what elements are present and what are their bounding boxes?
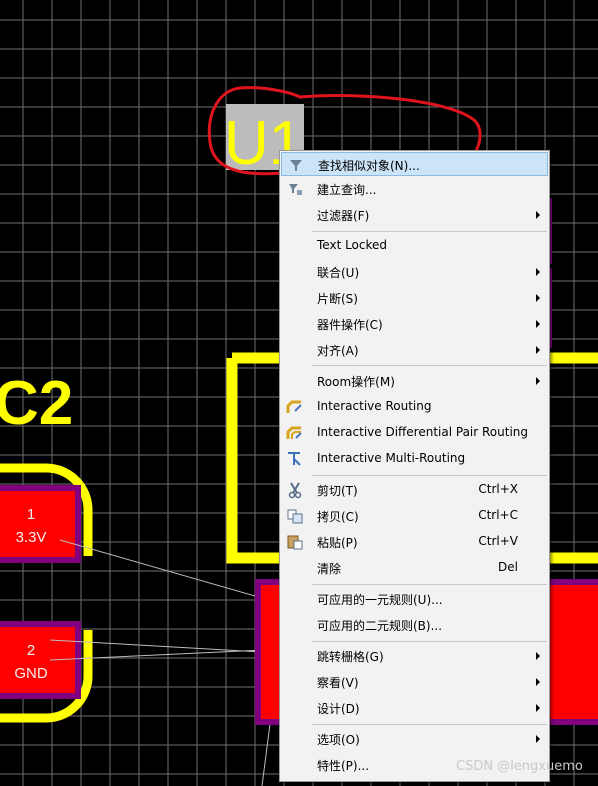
menu-item-label: 可应用的一元规则(U)... [317,593,443,607]
submenu-arrow-icon [536,294,540,302]
menu-separator [312,724,547,725]
query-icon [289,184,302,195]
paste-icon [287,535,303,550]
pad-1-number: 1 [27,506,35,523]
menu-item-diff-pair-routing[interactable]: Interactive Differential Pair Routing [281,421,548,445]
menu-item-label: 设计(D) [317,702,360,716]
menu-item-jump-grid[interactable]: 跳转栅格(G) [281,644,548,668]
submenu-arrow-icon [536,652,540,660]
menu-item-label: 拷贝(C) [317,510,359,524]
copy-icon [287,509,303,524]
menu-item-label: 对齐(A) [317,344,359,358]
submenu-arrow-icon [536,211,540,219]
menu-item-find-similar[interactable]: 查找相似对象(N)... [281,152,548,176]
menu-item-unary-rules[interactable]: 可应用的一元规则(U)... [281,587,548,611]
menu-separator [312,584,547,585]
menu-separator [312,365,547,366]
menu-item-union[interactable]: 联合(U) [281,260,548,284]
menu-item-label: 查找相似对象(N)... [318,159,420,173]
menu-item-copy[interactable]: 拷贝(C) Ctrl+C [281,504,548,528]
menu-item-room-actions[interactable]: Room操作(M) [281,369,548,393]
u1-pad-right[interactable] [548,585,598,719]
menu-item-shortcut: Del [498,560,518,574]
pad-2[interactable] [0,624,78,696]
submenu-arrow-icon [536,320,540,328]
context-menu: 查找相似对象(N)... 建立查询... 过滤器(F) Text Locked … [279,150,550,782]
menu-separator [312,475,547,476]
submenu-arrow-icon [536,704,540,712]
menu-item-label: Interactive Routing [317,399,432,413]
menu-item-shortcut: Ctrl+V [478,534,518,548]
menu-item-label: 建立查询... [317,183,377,197]
menu-item-design[interactable]: 设计(D) [281,696,548,720]
menu-item-view[interactable]: 察看(V) [281,670,548,694]
menu-item-label: 过滤器(F) [317,209,370,223]
cut-icon [288,482,302,499]
menu-item-build-query[interactable]: 建立查询... [281,177,548,201]
menu-item-shortcut: Ctrl+X [478,482,518,496]
pad-2-net: GND [14,665,48,682]
menu-item-label: 清除 [317,562,342,576]
menu-item-label: Text Locked [317,238,388,252]
pad-1[interactable] [0,488,78,560]
menu-item-label: 察看(V) [317,676,359,690]
menu-item-label: 联合(U) [317,266,360,280]
menu-item-label: 粘贴(P) [317,536,358,550]
multi-routing-icon [288,452,301,466]
watermark: CSDN @lengxuemo [456,759,583,774]
menu-item-snippets[interactable]: 片断(S) [281,286,548,310]
submenu-arrow-icon [536,377,540,385]
menu-item-shortcut: Ctrl+C [478,508,518,522]
menu-item-label: 跳转栅格(G) [317,650,384,664]
submenu-arrow-icon [536,678,540,686]
menu-item-label: 器件操作(C) [317,318,383,332]
menu-item-interactive-routing[interactable]: Interactive Routing [281,395,548,419]
menu-item-label: 特性(P)... [317,759,370,773]
diff-pair-routing-icon [286,426,302,439]
menu-item-text-locked[interactable]: Text Locked [281,234,548,258]
pad-2-number: 2 [27,642,35,659]
find-similar-icon [290,160,302,171]
menu-item-label: Room操作(M) [317,375,395,389]
interactive-routing-icon [286,400,302,413]
designator-c2: C2 [0,369,73,438]
menu-item-filter[interactable]: 过滤器(F) [281,203,548,227]
menu-item-multi-routing[interactable]: Interactive Multi-Routing [281,447,548,471]
menu-item-cut[interactable]: 剪切(T) Ctrl+X [281,478,548,502]
menu-item-align[interactable]: 对齐(A) [281,338,548,362]
submenu-arrow-icon [536,268,540,276]
pad-1-net: 3.3V [16,529,47,546]
menu-separator [312,641,547,642]
menu-item-label: Interactive Differential Pair Routing [317,425,529,439]
menu-separator [312,231,547,232]
menu-item-label: 剪切(T) [317,484,358,498]
menu-item-label: 选项(O) [317,733,360,747]
submenu-arrow-icon [536,735,540,743]
menu-item-clear[interactable]: 清除 Del [281,556,548,580]
menu-item-component-actions[interactable]: 器件操作(C) [281,312,548,336]
menu-item-options[interactable]: 选项(O) [281,727,548,751]
menu-item-label: Interactive Multi-Routing [317,451,466,465]
menu-item-binary-rules[interactable]: 可应用的二元规则(B)... [281,613,548,637]
menu-item-label: 片断(S) [317,292,358,306]
menu-item-paste[interactable]: 粘贴(P) Ctrl+V [281,530,548,554]
submenu-arrow-icon [536,346,540,354]
menu-item-label: 可应用的二元规则(B)... [317,619,443,633]
